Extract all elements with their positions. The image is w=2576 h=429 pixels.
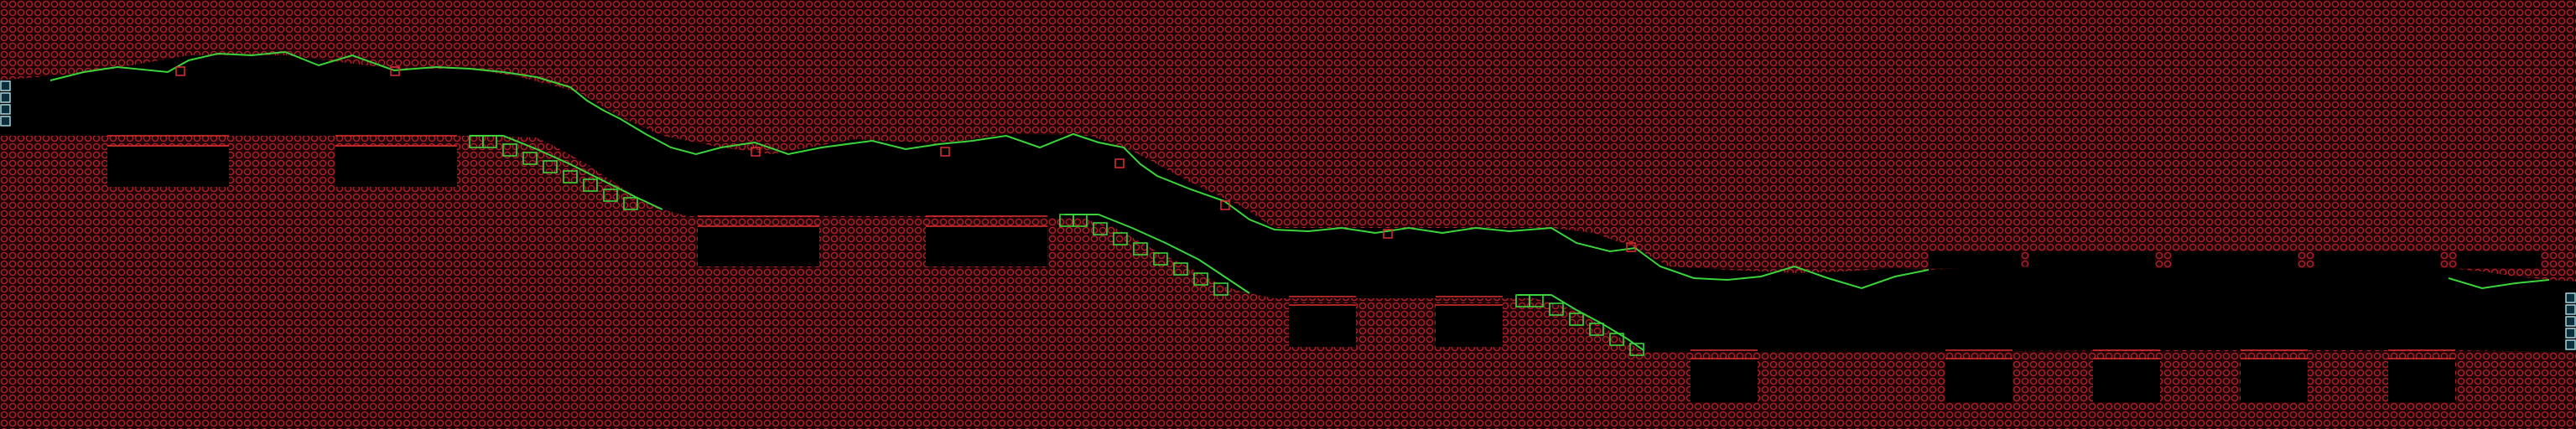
solid-terrain	[0, 0, 2576, 429]
exit-markers-right	[2565, 292, 2576, 350]
level-map	[0, 0, 2576, 429]
